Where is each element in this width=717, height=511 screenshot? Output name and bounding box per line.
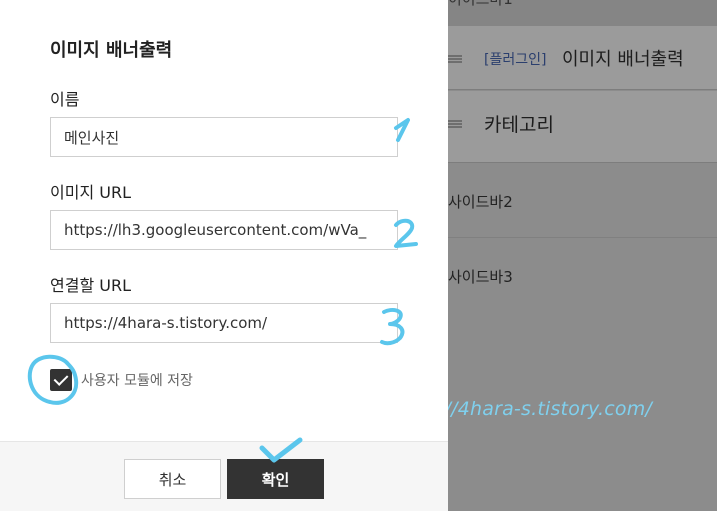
sidebar2-label: 사이드바2: [448, 193, 513, 211]
link-url-label: 연결할 URL: [50, 276, 131, 295]
save-module-label: 사용자 모듈에 저장: [81, 373, 193, 389]
modal-footer: 취소 확인: [0, 441, 448, 511]
plugin-tag: [플러그인]: [484, 52, 547, 68]
background-top-label: 이이드바1: [448, 0, 513, 9]
cancel-button[interactable]: 취소: [124, 459, 221, 499]
category-label: 카테고리: [484, 114, 554, 136]
save-module-option[interactable]: 사용자 모듈에 저장: [50, 367, 193, 393]
save-module-checkbox[interactable]: [50, 369, 72, 391]
confirm-button[interactable]: 확인: [227, 459, 324, 499]
sidebar3-label: 사이드바3: [448, 268, 513, 286]
modal-title: 이미지 배너출력: [50, 40, 173, 61]
drag-handle-icon[interactable]: [448, 55, 462, 63]
divider: [448, 237, 717, 238]
name-input[interactable]: [50, 117, 398, 157]
image-url-input[interactable]: [50, 210, 398, 250]
link-url-input[interactable]: [50, 303, 398, 343]
plugin-name: 이미지 배너출력: [562, 49, 684, 70]
drag-handle-icon[interactable]: [448, 120, 462, 128]
image-banner-modal: 이미지 배너출력 이름 이미지 URL 연결할 URL 사용자 모듈에 저장 취…: [0, 0, 448, 511]
image-url-label: 이미지 URL: [50, 183, 131, 202]
name-label: 이름: [50, 90, 80, 109]
